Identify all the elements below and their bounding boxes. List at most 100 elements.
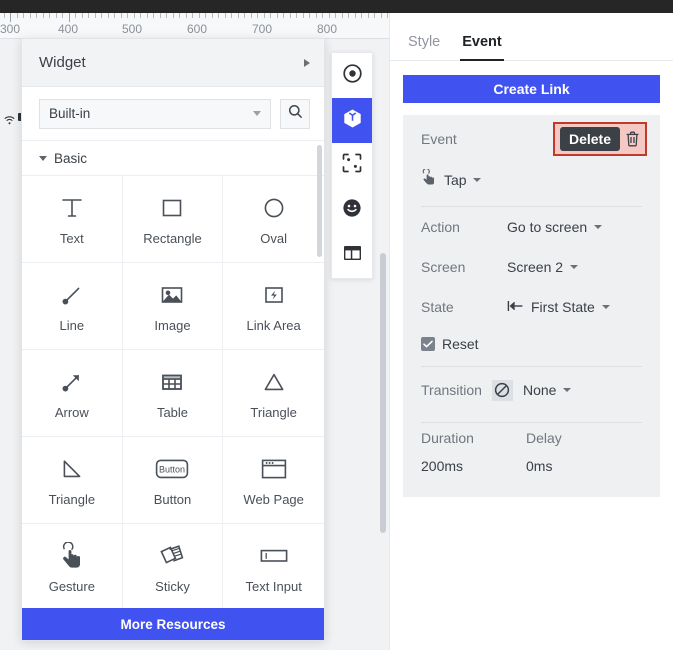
button-icon: Button	[155, 454, 189, 484]
triangle-down-icon	[39, 155, 47, 161]
transition-row[interactable]: Transition None	[403, 367, 660, 413]
widget-panel-header[interactable]: Widget	[22, 39, 324, 87]
search-button[interactable]	[280, 98, 310, 129]
ruler-tick	[49, 13, 50, 18]
event-label: Event	[421, 131, 457, 147]
widget-item-button[interactable]: Button Button	[122, 437, 224, 524]
tap-gesture-icon	[421, 167, 438, 191]
property-row-state[interactable]: State First State	[403, 287, 660, 327]
ruler-tick	[192, 13, 193, 18]
ruler-tick	[257, 13, 258, 18]
smiley-icon	[342, 198, 362, 223]
widget-item-arrow[interactable]: Arrow	[22, 350, 123, 437]
state-value-wrap[interactable]: First State	[507, 299, 610, 315]
cube-icon	[342, 108, 363, 134]
widget-item-label: Table	[156, 405, 189, 420]
ruler-tick	[108, 13, 109, 18]
sticky-icon	[158, 541, 186, 571]
tab-event[interactable]: Event	[460, 34, 504, 61]
ruler-label: 600	[186, 22, 208, 36]
ruler-tick	[368, 13, 369, 18]
duration-value[interactable]: 200ms	[421, 453, 526, 479]
ruler-tick	[69, 13, 70, 22]
vertical-toolstrip	[331, 52, 373, 279]
widget-item-label: Oval	[260, 231, 288, 246]
ruler-tick	[355, 13, 356, 18]
property-row-screen[interactable]: Screen Screen 2	[403, 247, 660, 287]
layout-icon	[343, 244, 362, 267]
toolstrip-cube-button[interactable]	[332, 98, 372, 143]
none-icon[interactable]	[491, 379, 513, 401]
more-resources-button[interactable]: More Resources	[22, 608, 324, 640]
ruler-tick	[147, 13, 148, 18]
widget-item-sticky[interactable]: Sticky	[122, 524, 224, 608]
widget-item-label: Rectangle	[143, 231, 202, 246]
widget-panel-title: Widget	[39, 54, 86, 71]
widget-item-oval[interactable]: Oval	[223, 176, 324, 263]
widget-item-image[interactable]: Image	[122, 263, 224, 350]
widget-item-gesture[interactable]: Gesture	[22, 524, 123, 608]
canvas-vertical-scrollbar[interactable]	[380, 253, 386, 533]
transition-value: None	[522, 382, 557, 398]
ruler-label: 400	[57, 22, 79, 36]
ruler-tick	[218, 13, 219, 18]
chevron-down-icon	[472, 178, 481, 182]
widget-item-label: Gesture	[48, 579, 95, 594]
widget-item-triangle[interactable]: Triangle	[22, 437, 123, 524]
toolstrip-target-button[interactable]	[332, 53, 372, 98]
web-page-icon	[260, 454, 288, 484]
create-link-button[interactable]: Create Link	[403, 75, 660, 103]
ruler-tick	[374, 13, 375, 18]
scan-icon	[342, 153, 362, 178]
widget-item-label: Text Input	[245, 579, 302, 594]
ruler-tick	[95, 13, 96, 18]
caret-right-icon[interactable]	[304, 58, 310, 67]
widget-item-text-input[interactable]: Text Input	[223, 524, 324, 608]
ruler-tick	[30, 13, 31, 18]
trash-icon[interactable]	[625, 131, 641, 147]
ruler-tick	[316, 13, 317, 18]
panel-tabs: Style Event	[390, 13, 673, 61]
ruler-tick	[179, 13, 180, 18]
ruler-tick	[82, 13, 83, 18]
widget-item-rectangle[interactable]: Rectangle	[122, 176, 224, 263]
ruler-tick	[361, 13, 362, 18]
delete-highlight-box: Delete	[552, 122, 647, 156]
toolstrip-scan-button[interactable]	[332, 143, 372, 188]
action-value-wrap[interactable]: Go to screen	[507, 219, 603, 235]
widget-source-select[interactable]: Built-in	[39, 98, 271, 129]
ruler-tick	[88, 13, 89, 18]
toolstrip-smiley-button[interactable]	[332, 188, 372, 233]
widget-item-triangle[interactable]: Triangle	[223, 350, 324, 437]
ruler-tick	[23, 13, 24, 18]
caret-down-icon	[253, 111, 261, 116]
widget-item-table[interactable]: Table	[122, 350, 224, 437]
ruler-tick	[329, 13, 330, 18]
transition-value-wrap[interactable]: None	[522, 382, 572, 398]
tab-style[interactable]: Style	[408, 34, 440, 60]
duration-column[interactable]: Duration 200ms	[421, 423, 526, 479]
ruler-tick	[283, 13, 284, 18]
widget-item-line[interactable]: Line	[22, 263, 123, 350]
delay-value[interactable]: 0ms	[526, 453, 631, 479]
reset-checkbox[interactable]	[421, 337, 435, 351]
delay-column[interactable]: Delay 0ms	[526, 423, 631, 479]
reset-checkbox-row[interactable]: Reset	[403, 327, 660, 357]
widget-item-text[interactable]: Text	[22, 176, 123, 263]
event-trigger-row[interactable]: Tap	[403, 163, 660, 197]
property-row-action[interactable]: Action Go to screen	[403, 207, 660, 247]
ruler-tick	[127, 13, 128, 18]
ruler-tick	[43, 13, 44, 18]
widget-list-scroll[interactable]: Basic Text Rectangle Oval Line Image Link Are…	[22, 141, 324, 608]
widget-panel-scrollbar[interactable]	[317, 145, 322, 257]
wifi-icon	[4, 112, 15, 125]
widget-group-basic[interactable]: Basic	[22, 141, 324, 175]
chevron-down-icon	[570, 265, 579, 269]
ruler-tick	[199, 13, 200, 18]
search-icon	[288, 104, 303, 124]
widget-item-link-area[interactable]: Link Area	[223, 263, 324, 350]
toolstrip-layout-button[interactable]	[332, 233, 372, 278]
screen-value-wrap[interactable]: Screen 2	[507, 259, 579, 275]
widget-item-web-page[interactable]: Web Page	[223, 437, 324, 524]
widget-item-label: Button	[153, 492, 192, 507]
